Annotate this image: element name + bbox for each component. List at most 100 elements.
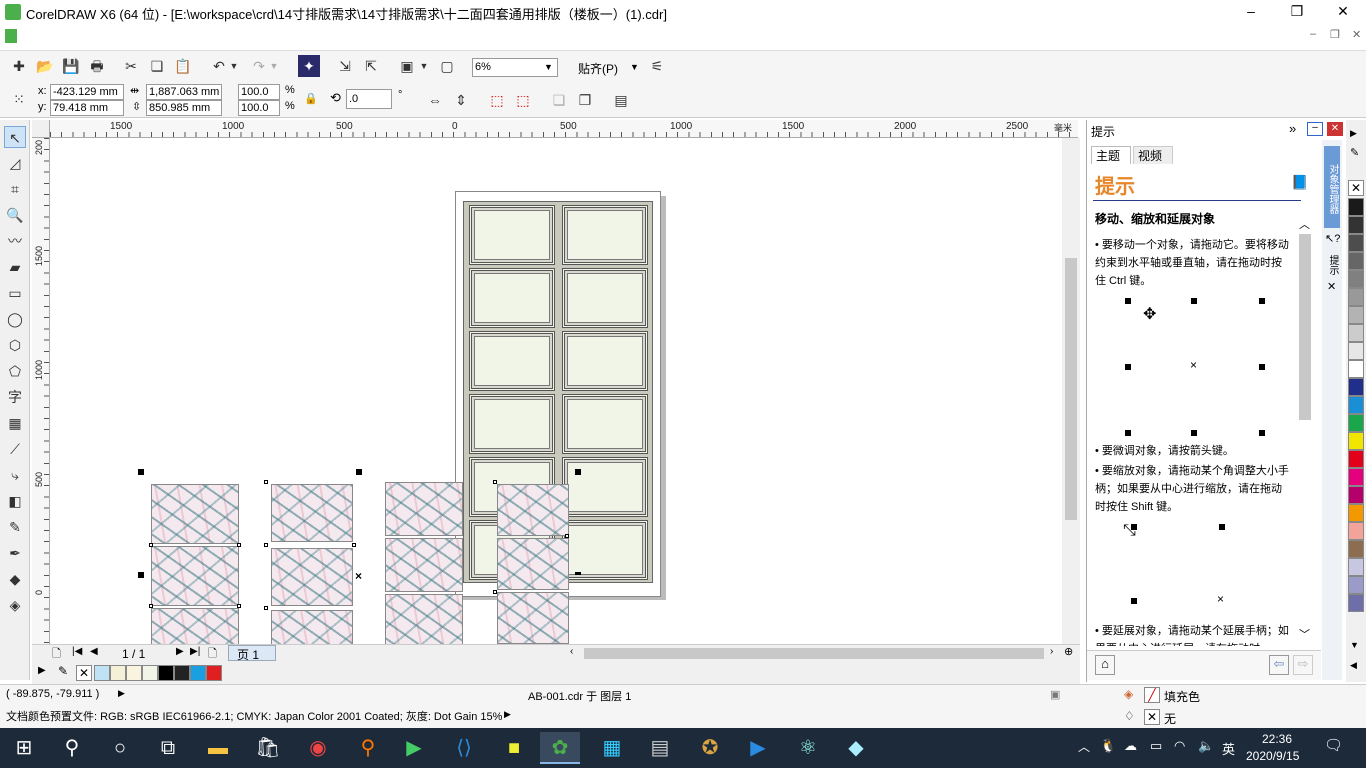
docker-minimize-icon[interactable]: – [1307, 122, 1323, 136]
fill-color-swatch[interactable]: ╱ [1144, 687, 1160, 703]
color-swatch[interactable] [1348, 432, 1364, 450]
palette-eyedropper-icon[interactable]: ✎ [58, 664, 68, 678]
cut-icon[interactable]: ✂ [120, 55, 142, 77]
horizontal-ruler[interactable]: 1500 1000 500 0 500 1000 1500 2000 2500 … [50, 120, 1078, 138]
cortana-icon[interactable]: ○ [100, 732, 140, 764]
outline-pen-tool-icon[interactable]: ✒ [4, 542, 26, 564]
color-swatch[interactable] [1348, 540, 1364, 558]
dimension-tool-icon[interactable]: ⟋ [4, 438, 26, 460]
connector-tool-icon[interactable]: ⤷ [4, 464, 26, 486]
palette-scroll-up-icon[interactable]: ▶ [1350, 128, 1357, 139]
selection-center-icon[interactable]: × [355, 569, 362, 583]
notes-app-icon[interactable]: ◆ [836, 732, 876, 764]
search-app-icon[interactable]: ⚲ [348, 732, 388, 764]
pick-tool-icon[interactable]: ↖ [4, 126, 26, 148]
redo-dropdown-icon[interactable]: ▼ [268, 55, 280, 77]
mirror-vertical-icon[interactable]: ⇕ [450, 89, 472, 111]
node-handle[interactable] [352, 543, 356, 547]
webstorm-icon[interactable]: ■ [494, 732, 534, 764]
node-handle[interactable] [237, 604, 241, 608]
fill-icon[interactable]: ◈ [1124, 687, 1133, 701]
node-handle[interactable] [264, 606, 268, 610]
publish-pdf-icon[interactable]: ▣ [396, 55, 418, 77]
docker-scroll-down-icon[interactable]: ﹀ [1299, 626, 1310, 642]
frame-cell[interactable] [469, 394, 555, 454]
snap-to-menu[interactable]: 贴齐(P) [578, 60, 618, 77]
store-icon[interactable]: 🛍 [248, 732, 288, 764]
network-icon[interactable]: ◠ [1174, 738, 1185, 754]
open-icon[interactable]: 📂 [34, 55, 56, 77]
fill-tool-icon[interactable]: ◆ [4, 568, 26, 590]
export-icon[interactable]: ⇱ [360, 55, 382, 77]
color-swatch[interactable] [1348, 252, 1364, 270]
coreldraw-icon[interactable]: ✿ [540, 732, 580, 764]
color-swatch[interactable] [174, 665, 190, 681]
color-swatch[interactable] [110, 665, 126, 681]
color-swatch[interactable] [1348, 270, 1364, 288]
redo-icon[interactable]: ↷ [248, 55, 270, 77]
notifications-icon[interactable]: 🗨 [1324, 736, 1343, 754]
group-icon[interactable]: ⬚ [486, 89, 508, 111]
search-icon[interactable]: ⚲ [52, 732, 92, 764]
input-language[interactable]: 英 [1222, 739, 1235, 758]
selection-handle[interactable] [575, 572, 581, 575]
color-swatch[interactable] [94, 665, 110, 681]
electron-icon[interactable]: ⚛ [788, 732, 828, 764]
palette-play-icon[interactable]: ▶ [38, 665, 46, 676]
color-swatch[interactable] [1348, 198, 1364, 216]
scroll-thumb[interactable] [1065, 258, 1077, 520]
options-icon[interactable]: ⚟ [646, 55, 668, 77]
node-handle[interactable] [493, 590, 497, 594]
drawing-canvas[interactable]: × [50, 138, 1062, 644]
close-button[interactable]: ✕ [1320, 0, 1366, 24]
color-swatch[interactable] [1348, 468, 1364, 486]
maximize-button[interactable]: ❐ [1274, 0, 1320, 24]
interactive-fill-tool-icon[interactable]: ◈ [4, 594, 26, 616]
color-swatch[interactable] [1348, 396, 1364, 414]
tab-topic[interactable]: 主题 [1091, 146, 1131, 164]
status-expand-icon[interactable]: ▶ [118, 688, 125, 699]
break-apart-icon[interactable]: ❐ [574, 89, 596, 111]
palette-expand-icon[interactable]: ◀ [1350, 660, 1357, 671]
frame-cell[interactable] [562, 331, 648, 391]
pattern-tile[interactable] [271, 484, 353, 542]
battery-icon[interactable]: ▭ [1150, 738, 1162, 754]
rotation-field[interactable]: .0 [346, 89, 392, 109]
qq-icon[interactable]: 🐧 [1100, 738, 1116, 754]
vertical-ruler[interactable]: 200 1500 1000 500 0 [32, 138, 50, 644]
cloud-icon[interactable]: ☁ [1124, 738, 1137, 754]
pattern-tile[interactable] [151, 608, 239, 644]
undo-dropdown-icon[interactable]: ▼ [228, 55, 240, 77]
freehand-tool-icon[interactable]: 〰 [4, 230, 26, 252]
fullscreen-preview-icon[interactable]: ▢ [436, 55, 458, 77]
video-app-icon[interactable]: ▶ [738, 732, 778, 764]
file-explorer-icon[interactable]: ▬ [198, 732, 238, 764]
color-swatch[interactable] [1348, 342, 1364, 360]
scroll-right-icon[interactable]: › [1050, 646, 1053, 657]
no-color-swatch[interactable]: ✕ [1348, 180, 1364, 196]
rectangle-tool-icon[interactable]: ▭ [4, 282, 26, 304]
mirror-horizontal-icon[interactable]: ⇔ [424, 89, 446, 111]
color-swatch[interactable] [1348, 306, 1364, 324]
eyedropper-tool-icon[interactable]: ✎ [4, 516, 26, 538]
pattern-tile[interactable] [385, 594, 463, 644]
node-handle[interactable] [149, 543, 153, 547]
pattern-tile[interactable] [151, 484, 239, 544]
doc-restore-icon[interactable]: ❐ [1330, 28, 1340, 41]
docker-close-icon[interactable]: ✕ [1327, 122, 1343, 136]
selection-handle[interactable] [575, 469, 581, 475]
color-swatch[interactable] [206, 665, 222, 681]
tray-expand-icon[interactable]: ︿ [1078, 738, 1090, 755]
color-swatch[interactable] [1348, 522, 1364, 540]
color-swatch[interactable] [126, 665, 142, 681]
forward-icon[interactable]: ⇨ [1293, 655, 1313, 675]
back-icon[interactable]: ⇦ [1269, 655, 1289, 675]
import-icon[interactable]: ⇲ [334, 55, 356, 77]
profile-expand-icon[interactable]: ▶ [504, 709, 511, 720]
color-swatch[interactable] [1348, 594, 1364, 612]
color-swatch[interactable] [1348, 360, 1364, 378]
polygon-tool-icon[interactable]: ⬡ [4, 334, 26, 356]
color-swatch[interactable] [158, 665, 174, 681]
zoom-tool-icon[interactable]: 🔍 [4, 204, 26, 226]
color-swatch[interactable] [1348, 486, 1364, 504]
